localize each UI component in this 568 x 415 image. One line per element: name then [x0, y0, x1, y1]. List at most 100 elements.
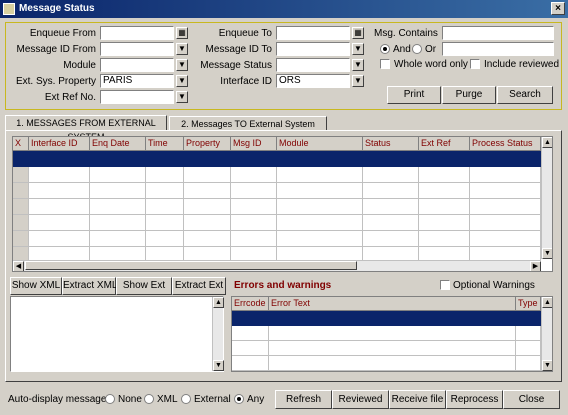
- table-cell[interactable]: [277, 231, 363, 247]
- message-id-from-input[interactable]: [100, 42, 174, 56]
- table-cell[interactable]: [13, 183, 29, 199]
- column-header[interactable]: X: [13, 137, 29, 151]
- selected-row[interactable]: [232, 311, 541, 326]
- interface-id-input[interactable]: ORS: [276, 74, 350, 88]
- errors-table[interactable]: Errcode Error Text Type ▲ ▼: [231, 296, 553, 372]
- table-cell[interactable]: [277, 183, 363, 199]
- dropdown-arrow-icon[interactable]: ▼: [352, 59, 364, 71]
- scroll-thumb[interactable]: [25, 261, 357, 270]
- table-cell[interactable]: [184, 167, 231, 183]
- table-cell[interactable]: [363, 231, 419, 247]
- vertical-scrollbar[interactable]: ▲ ▼: [541, 297, 552, 371]
- table-cell[interactable]: [146, 167, 184, 183]
- table-cell[interactable]: [184, 183, 231, 199]
- scroll-up-icon[interactable]: ▲: [542, 137, 552, 148]
- tab-messages-from-external[interactable]: 1. MESSAGES FROM EXTERNAL SYSTEM: [5, 115, 167, 142]
- table-cell[interactable]: [184, 199, 231, 215]
- print-button[interactable]: Print: [387, 86, 441, 104]
- table-cell[interactable]: [470, 215, 541, 231]
- tab-messages-to-external[interactable]: 2. Messages TO External System: [169, 116, 327, 131]
- messages-table[interactable]: X Interface ID Enq Date Time Property Ms…: [12, 136, 553, 272]
- purge-button[interactable]: Purge: [442, 86, 496, 104]
- include-reviewed-checkbox[interactable]: [470, 59, 480, 69]
- table-cell[interactable]: [90, 199, 146, 215]
- column-header[interactable]: Msg ID: [231, 137, 277, 151]
- scroll-left-icon[interactable]: ◀: [13, 261, 24, 271]
- dropdown-arrow-icon[interactable]: ▼: [352, 43, 364, 55]
- dropdown-arrow-icon[interactable]: ▼: [176, 91, 188, 103]
- extract-ext-button[interactable]: Extract Ext: [172, 277, 226, 295]
- ext-sys-property-input[interactable]: PARIS: [100, 74, 174, 88]
- reviewed-button[interactable]: Reviewed: [332, 390, 389, 409]
- scroll-down-icon[interactable]: ▼: [213, 360, 224, 371]
- table-cell[interactable]: [277, 167, 363, 183]
- table-cell[interactable]: [516, 341, 541, 356]
- dropdown-arrow-icon[interactable]: ▼: [176, 43, 188, 55]
- table-cell[interactable]: [231, 199, 277, 215]
- selected-row[interactable]: [13, 151, 541, 167]
- enqueue-from-input[interactable]: [100, 26, 174, 40]
- vertical-scrollbar[interactable]: ▲ ▼: [212, 297, 224, 371]
- table-cell[interactable]: [90, 183, 146, 199]
- dropdown-arrow-icon[interactable]: ▼: [176, 75, 188, 87]
- message-id-to-input[interactable]: [276, 42, 350, 56]
- ext-ref-no-input[interactable]: [100, 90, 174, 104]
- enqueue-to-input[interactable]: [276, 26, 350, 40]
- table-cell[interactable]: [90, 167, 146, 183]
- table-cell[interactable]: [516, 326, 541, 341]
- table-cell[interactable]: [146, 215, 184, 231]
- vertical-scrollbar[interactable]: ▲ ▼: [541, 137, 552, 259]
- column-header[interactable]: Ext Ref: [419, 137, 470, 151]
- reprocess-button[interactable]: Reprocess: [446, 390, 503, 409]
- msg-contains-input[interactable]: [442, 26, 554, 40]
- dropdown-arrow-icon[interactable]: ▼: [176, 59, 188, 71]
- whole-word-only-checkbox[interactable]: [380, 59, 390, 69]
- table-cell[interactable]: [232, 341, 269, 356]
- refresh-button[interactable]: Refresh: [275, 390, 332, 409]
- table-cell[interactable]: [470, 199, 541, 215]
- table-cell[interactable]: [146, 183, 184, 199]
- scroll-up-icon[interactable]: ▲: [213, 297, 224, 308]
- column-header[interactable]: Error Text: [269, 297, 516, 311]
- scroll-down-icon[interactable]: ▼: [542, 248, 552, 259]
- scroll-up-icon[interactable]: ▲: [542, 297, 552, 308]
- table-cell[interactable]: [470, 231, 541, 247]
- column-header[interactable]: Status: [363, 137, 419, 151]
- table-cell[interactable]: [363, 183, 419, 199]
- table-cell[interactable]: [29, 231, 90, 247]
- none-radio[interactable]: [105, 394, 115, 404]
- table-cell[interactable]: [146, 199, 184, 215]
- table-cell[interactable]: [231, 215, 277, 231]
- table-cell[interactable]: [269, 326, 516, 341]
- table-cell[interactable]: [29, 183, 90, 199]
- column-header[interactable]: Property: [184, 137, 231, 151]
- extract-xml-button[interactable]: Extract XML: [62, 277, 117, 295]
- table-cell[interactable]: [232, 356, 269, 371]
- table-cell[interactable]: [363, 199, 419, 215]
- table-cell[interactable]: [419, 231, 470, 247]
- close-window-button[interactable]: ×: [551, 2, 565, 15]
- message-status-input[interactable]: [276, 58, 350, 72]
- column-header[interactable]: Process Status: [470, 137, 541, 151]
- table-cell[interactable]: [13, 167, 29, 183]
- table-cell[interactable]: [29, 215, 90, 231]
- message-text-area[interactable]: ▲ ▼: [10, 296, 224, 372]
- column-header[interactable]: Enq Date: [90, 137, 146, 151]
- any-radio[interactable]: [234, 394, 244, 404]
- close-button[interactable]: Close: [503, 390, 560, 409]
- receive-file-button[interactable]: Receive file: [389, 390, 446, 409]
- table-cell[interactable]: [90, 215, 146, 231]
- table-cell[interactable]: [146, 231, 184, 247]
- column-header[interactable]: Type: [516, 297, 541, 311]
- table-cell[interactable]: [231, 167, 277, 183]
- table-cell[interactable]: [269, 356, 516, 371]
- search-button[interactable]: Search: [497, 86, 553, 104]
- and-radio[interactable]: [380, 44, 390, 54]
- optional-warnings-checkbox[interactable]: [440, 280, 450, 290]
- table-cell[interactable]: [13, 231, 29, 247]
- table-cell[interactable]: [231, 231, 277, 247]
- or-radio[interactable]: [412, 44, 422, 54]
- table-cell[interactable]: [29, 199, 90, 215]
- table-cell[interactable]: [184, 231, 231, 247]
- column-header[interactable]: Module: [277, 137, 363, 151]
